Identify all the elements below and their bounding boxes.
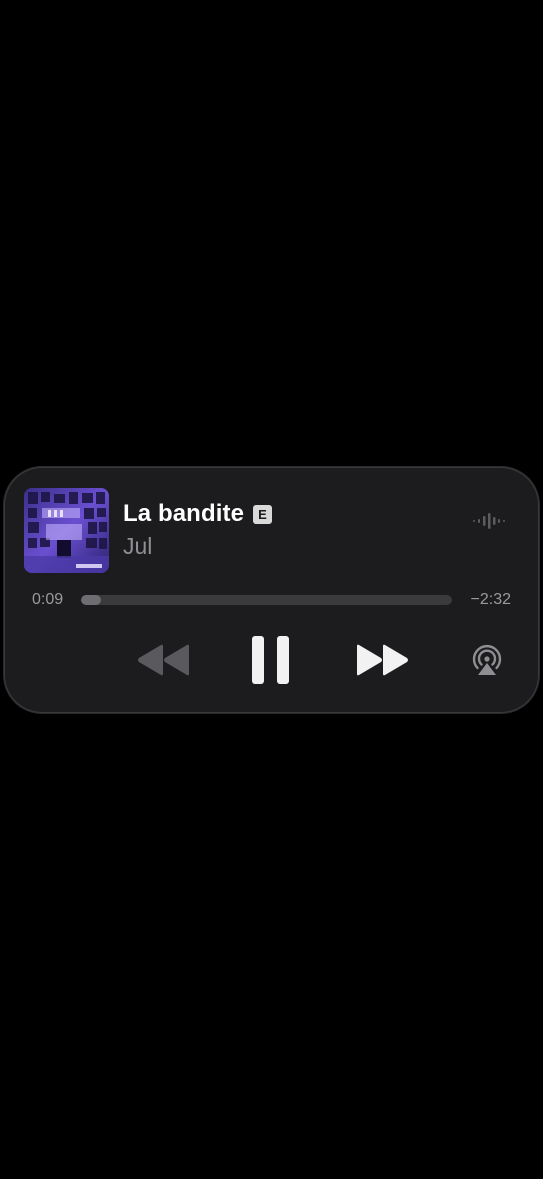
album-artwork — [24, 488, 109, 573]
progress-scrubber[interactable] — [81, 595, 452, 605]
backward-icon — [138, 644, 189, 676]
airplay-button[interactable] — [469, 643, 505, 679]
explicit-badge: E — [253, 504, 273, 524]
elapsed-time: 0:09 — [32, 591, 64, 608]
now-playing-widget[interactable]: La bandite E Jul 0:09 −2:32 — [4, 467, 539, 713]
artist-name[interactable]: Jul — [123, 533, 152, 560]
forward-button[interactable] — [352, 640, 412, 680]
progress-fill — [81, 595, 102, 605]
pause-button[interactable] — [246, 633, 296, 687]
track-title[interactable]: La bandite — [123, 500, 244, 528]
screen: La bandite E Jul 0:09 −2:32 — [0, 0, 543, 1179]
airplay-icon — [472, 645, 502, 675]
remaining-time: −2:32 — [470, 591, 511, 608]
pause-icon — [252, 636, 289, 684]
rewind-button[interactable] — [134, 640, 194, 680]
title-row: La bandite E — [123, 500, 273, 528]
forward-icon — [357, 644, 408, 676]
waveform-icon — [473, 513, 505, 529]
